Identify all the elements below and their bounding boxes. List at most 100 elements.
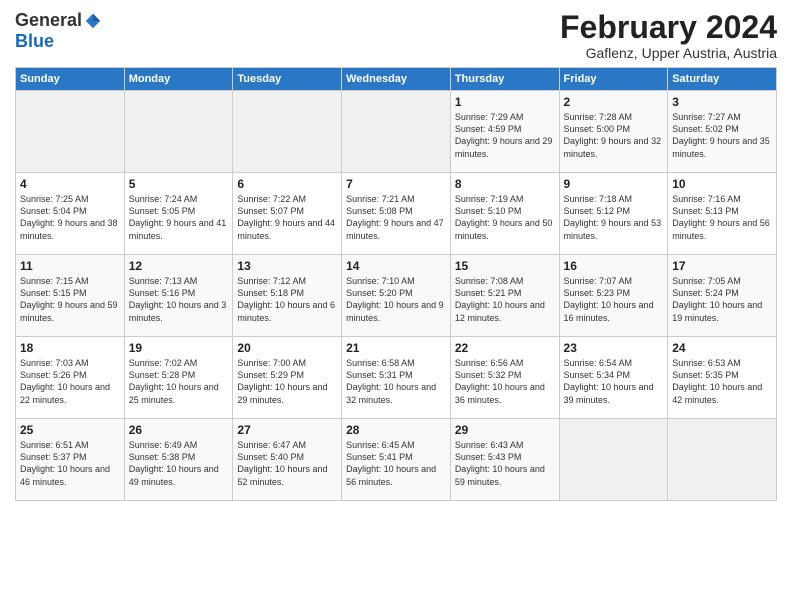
day-info: Sunrise: 6:53 AM Sunset: 5:35 PM Dayligh… (672, 357, 772, 406)
day-info: Sunrise: 7:25 AM Sunset: 5:04 PM Dayligh… (20, 193, 120, 242)
calendar-week-row-1: 1 Sunrise: 7:29 AM Sunset: 4:59 PM Daylig… (16, 91, 777, 173)
day-info: Sunrise: 7:03 AM Sunset: 5:26 PM Dayligh… (20, 357, 120, 406)
calendar-cell: 11Sunrise: 7:15 AM Sunset: 5:15 PM Dayli… (16, 255, 125, 337)
calendar-cell (124, 91, 233, 173)
calendar-cell: 5 Sunrise: 7:24 AM Sunset: 5:05 PM Daylig… (124, 173, 233, 255)
calendar-cell: 23 Sunrise: 6:54 AM Sunset: 5:34 PM Dayli… (559, 337, 668, 419)
day-info: Sunrise: 7:07 AM Sunset: 5:23 PM Dayligh… (564, 275, 664, 324)
day-number: 24 (672, 341, 772, 355)
day-number: 23 (564, 341, 664, 355)
day-number: 29 (455, 423, 555, 437)
header-saturday: Saturday (668, 68, 777, 91)
day-info: Sunrise: 7:24 AM Sunset: 5:05 PM Dayligh… (129, 193, 229, 242)
calendar-cell: 27 Sunrise: 6:47 AM Sunset: 5:40 PM Dayli… (233, 419, 342, 501)
day-info: Sunrise: 7:29 AM Sunset: 4:59 PM Dayligh… (455, 111, 555, 160)
calendar-cell: 12 Sunrise: 7:13 AM Sunset: 5:16 PM Dayli… (124, 255, 233, 337)
day-number: 17 (672, 259, 772, 273)
calendar-cell (16, 91, 125, 173)
day-number: 9 (564, 177, 664, 191)
calendar-table: Sunday Monday Tuesday Wednesday Thursday… (15, 67, 777, 501)
day-info: Sunrise: 6:47 AM Sunset: 5:40 PM Dayligh… (237, 439, 337, 488)
calendar-cell: 16 Sunrise: 7:07 AM Sunset: 5:23 PM Dayli… (559, 255, 668, 337)
calendar-cell: 8 Sunrise: 7:19 AM Sunset: 5:10 PM Daylig… (450, 173, 559, 255)
day-number: 26 (129, 423, 229, 437)
calendar-cell: 14 Sunrise: 7:10 AM Sunset: 5:20 PM Dayli… (342, 255, 451, 337)
day-info: Sunrise: 6:51 AM Sunset: 5:37 PM Dayligh… (20, 439, 120, 488)
header-tuesday: Tuesday (233, 68, 342, 91)
day-info: Sunrise: 7:00 AM Sunset: 5:29 PM Dayligh… (237, 357, 337, 406)
title-block: February 2024 Gaflenz, Upper Austria, Au… (560, 10, 777, 61)
calendar-week-row-2: 4 Sunrise: 7:25 AM Sunset: 5:04 PM Daylig… (16, 173, 777, 255)
day-number: 28 (346, 423, 446, 437)
day-info: Sunrise: 6:58 AM Sunset: 5:31 PM Dayligh… (346, 357, 446, 406)
day-number: 25 (20, 423, 120, 437)
day-number: 8 (455, 177, 555, 191)
day-number: 13 (237, 259, 337, 273)
calendar-cell (559, 419, 668, 501)
day-number: 14 (346, 259, 446, 273)
day-number: 12 (129, 259, 229, 273)
day-info: Sunrise: 6:54 AM Sunset: 5:34 PM Dayligh… (564, 357, 664, 406)
calendar-cell: 29 Sunrise: 6:43 AM Sunset: 5:43 PM Dayli… (450, 419, 559, 501)
day-number: 18 (20, 341, 120, 355)
calendar-cell: 24 Sunrise: 6:53 AM Sunset: 5:35 PM Dayli… (668, 337, 777, 419)
calendar-cell: 18 Sunrise: 7:03 AM Sunset: 5:26 PM Dayli… (16, 337, 125, 419)
calendar-cell: 26 Sunrise: 6:49 AM Sunset: 5:38 PM Dayli… (124, 419, 233, 501)
day-info: Sunrise: 6:56 AM Sunset: 5:32 PM Dayligh… (455, 357, 555, 406)
calendar-cell (342, 91, 451, 173)
calendar-week-row-4: 18 Sunrise: 7:03 AM Sunset: 5:26 PM Dayli… (16, 337, 777, 419)
day-number: 16 (564, 259, 664, 273)
calendar-cell: 20 Sunrise: 7:00 AM Sunset: 5:29 PM Dayli… (233, 337, 342, 419)
day-number: 22 (455, 341, 555, 355)
calendar-cell: 13Sunrise: 7:12 AM Sunset: 5:18 PM Dayli… (233, 255, 342, 337)
day-number: 6 (237, 177, 337, 191)
day-info: Sunrise: 6:43 AM Sunset: 5:43 PM Dayligh… (455, 439, 555, 488)
day-info: Sunrise: 7:27 AM Sunset: 5:02 PM Dayligh… (672, 111, 772, 160)
logo-blue: Blue (15, 31, 54, 52)
subtitle: Gaflenz, Upper Austria, Austria (560, 45, 777, 61)
calendar-cell: 22 Sunrise: 6:56 AM Sunset: 5:32 PM Dayli… (450, 337, 559, 419)
day-number: 4 (20, 177, 120, 191)
day-number: 19 (129, 341, 229, 355)
logo-general: General (15, 10, 82, 31)
day-number: 11 (20, 259, 120, 273)
header-friday: Friday (559, 68, 668, 91)
day-number: 5 (129, 177, 229, 191)
day-number: 1 (455, 95, 555, 109)
calendar-cell: 3 Sunrise: 7:27 AM Sunset: 5:02 PM Daylig… (668, 91, 777, 173)
day-number: 20 (237, 341, 337, 355)
header-thursday: Thursday (450, 68, 559, 91)
calendar-cell (668, 419, 777, 501)
day-info: Sunrise: 7:28 AM Sunset: 5:00 PM Dayligh… (564, 111, 664, 160)
day-number: 21 (346, 341, 446, 355)
day-info: Sunrise: 7:22 AM Sunset: 5:07 PM Dayligh… (237, 193, 337, 242)
day-number: 3 (672, 95, 772, 109)
calendar-cell (233, 91, 342, 173)
day-info: Sunrise: 7:13 AM Sunset: 5:16 PM Dayligh… (129, 275, 229, 324)
day-number: 7 (346, 177, 446, 191)
calendar-cell: 9 Sunrise: 7:18 AM Sunset: 5:12 PM Daylig… (559, 173, 668, 255)
calendar-cell: 6 Sunrise: 7:22 AM Sunset: 5:07 PM Daylig… (233, 173, 342, 255)
calendar-cell: 28 Sunrise: 6:45 AM Sunset: 5:41 PM Dayli… (342, 419, 451, 501)
calendar-cell: 21 Sunrise: 6:58 AM Sunset: 5:31 PM Dayli… (342, 337, 451, 419)
weekday-header-row: Sunday Monday Tuesday Wednesday Thursday… (16, 68, 777, 91)
day-info: Sunrise: 7:08 AM Sunset: 5:21 PM Dayligh… (455, 275, 555, 324)
calendar-cell: 15 Sunrise: 7:08 AM Sunset: 5:21 PM Dayli… (450, 255, 559, 337)
header-monday: Monday (124, 68, 233, 91)
day-info: Sunrise: 7:21 AM Sunset: 5:08 PM Dayligh… (346, 193, 446, 242)
logo-icon (84, 12, 102, 30)
calendar-week-row-5: 25 Sunrise: 6:51 AM Sunset: 5:37 PM Dayli… (16, 419, 777, 501)
day-info: Sunrise: 6:49 AM Sunset: 5:38 PM Dayligh… (129, 439, 229, 488)
header-wednesday: Wednesday (342, 68, 451, 91)
day-number: 27 (237, 423, 337, 437)
day-info: Sunrise: 7:10 AM Sunset: 5:20 PM Dayligh… (346, 275, 446, 324)
page: General Blue February 2024 Gaflenz, Uppe… (0, 0, 792, 612)
day-info: Sunrise: 7:16 AM Sunset: 5:13 PM Dayligh… (672, 193, 772, 242)
calendar-cell: 19Sunrise: 7:02 AM Sunset: 5:28 PM Dayli… (124, 337, 233, 419)
day-number: 15 (455, 259, 555, 273)
day-info: Sunrise: 7:18 AM Sunset: 5:12 PM Dayligh… (564, 193, 664, 242)
day-info: Sunrise: 7:05 AM Sunset: 5:24 PM Dayligh… (672, 275, 772, 324)
calendar-cell: 4 Sunrise: 7:25 AM Sunset: 5:04 PM Daylig… (16, 173, 125, 255)
day-info: Sunrise: 7:19 AM Sunset: 5:10 PM Dayligh… (455, 193, 555, 242)
day-info: Sunrise: 6:45 AM Sunset: 5:41 PM Dayligh… (346, 439, 446, 488)
